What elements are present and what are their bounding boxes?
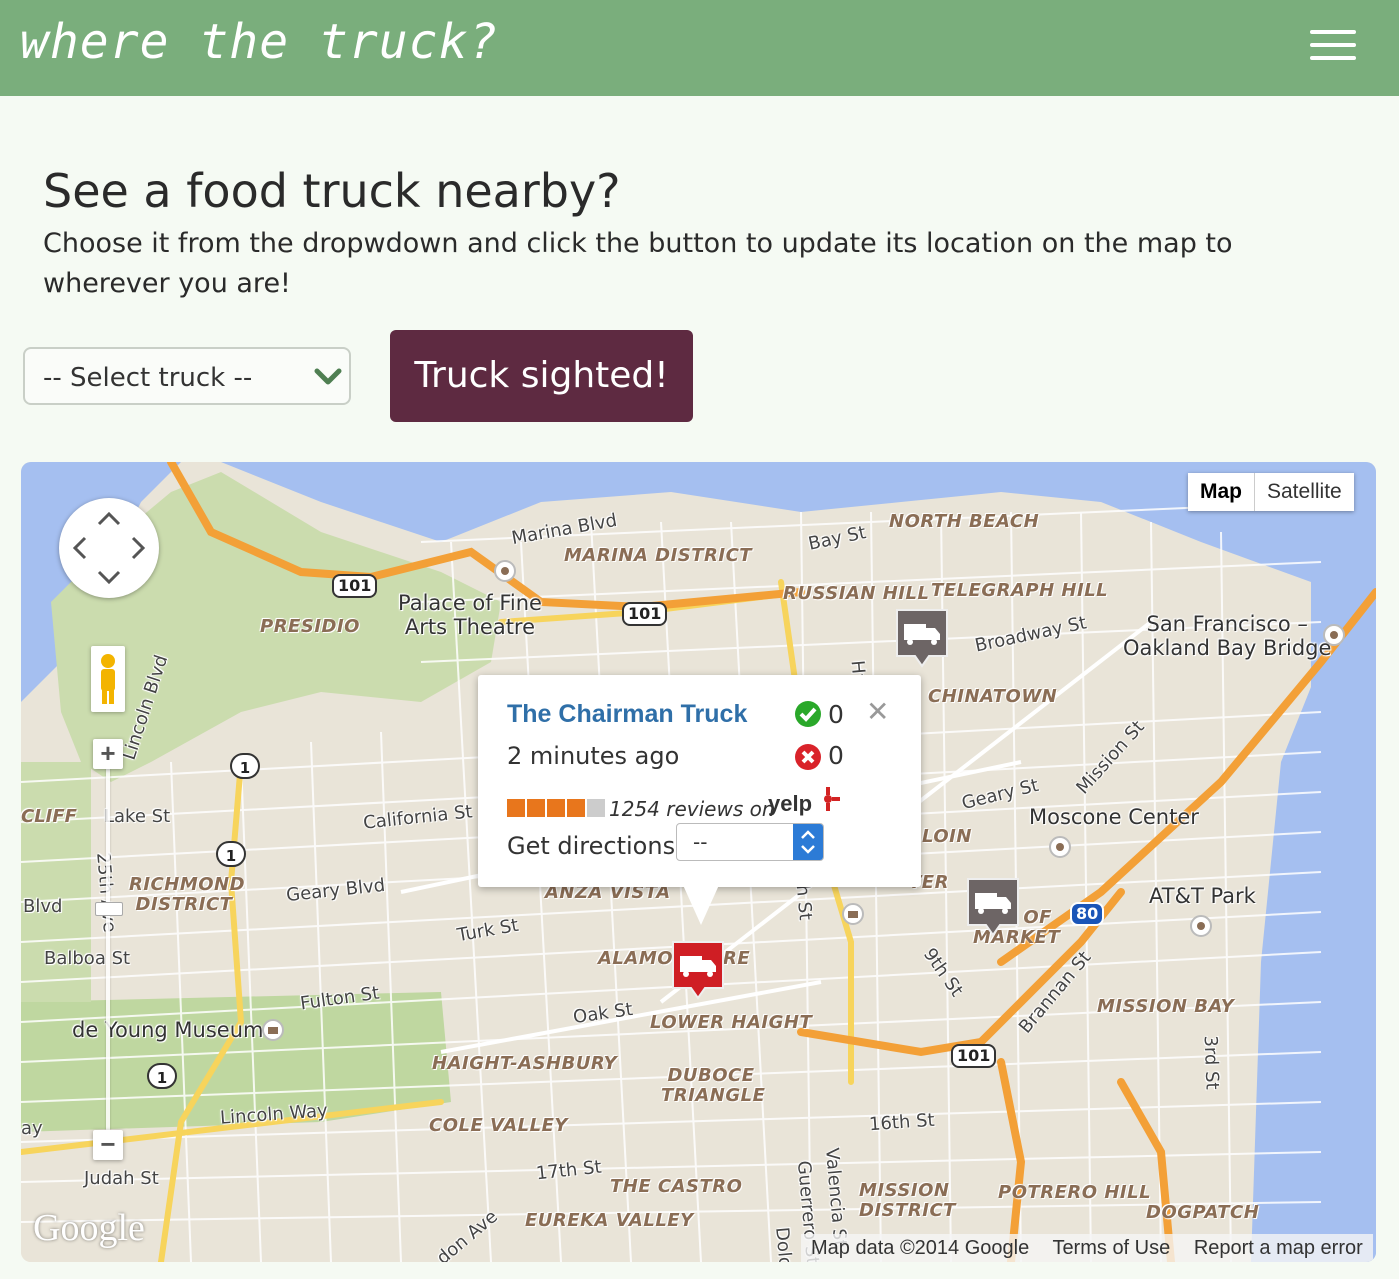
street-label: Judah St: [84, 1168, 159, 1189]
map-type-satellite-button[interactable]: Satellite: [1255, 473, 1354, 511]
district-label: POTRERO HILL: [998, 1182, 1152, 1203]
hamburger-menu-icon[interactable]: [1310, 30, 1356, 60]
truck-marker-icon[interactable]: [966, 877, 1020, 939]
district-label: ALAMO: [598, 948, 674, 969]
i80-shield: 80: [1070, 902, 1105, 926]
street-label: Dolo: [771, 1226, 796, 1262]
street-label: Blvd: [23, 896, 63, 917]
district-label: RUSSIAN HILL: [783, 583, 930, 604]
district-label: DOGPATCH: [1146, 1202, 1260, 1223]
ca1-shield: 1: [147, 1063, 177, 1089]
get-directions-label: Get directions:: [507, 832, 684, 860]
truck-marker-selected-icon[interactable]: [671, 940, 725, 1002]
truck-marker-icon[interactable]: [895, 608, 949, 670]
street-label: Balboa St: [44, 948, 131, 969]
page-heading: See a food truck nearby?: [43, 164, 621, 218]
district-label: NORTH BEACH: [889, 511, 1040, 532]
ca1-shield: 1: [216, 841, 246, 867]
upvote-check-icon[interactable]: [794, 700, 822, 728]
city-hall-icon[interactable]: [841, 902, 865, 926]
directions-select[interactable]: --: [676, 823, 824, 861]
us101-shield: 101: [332, 574, 378, 598]
pan-control[interactable]: [59, 498, 159, 598]
district-label: RE: [723, 948, 751, 969]
truck-sighted-button[interactable]: Truck sighted!: [390, 330, 693, 422]
district-label: HAIGHT-ASHBURY: [432, 1053, 618, 1074]
zoom-out-button[interactable]: −: [93, 1130, 123, 1160]
directions-select-value: --: [693, 830, 708, 854]
district-label: LOWER HAIGHT: [650, 1012, 813, 1033]
yelp-logo[interactable]: yelp: [768, 791, 812, 817]
truck-select[interactable]: -- Select truck --: [23, 347, 351, 405]
upvote-count: 0: [828, 700, 844, 729]
truck-select-value: -- Select truck --: [43, 363, 253, 393]
zoom-slider-knob[interactable]: [95, 902, 123, 916]
poi-palace-fine-arts[interactable]: Palace of Fine Arts Theatre: [398, 591, 542, 639]
street-label: Lake St: [104, 806, 171, 827]
map-type-map-button[interactable]: Map: [1188, 473, 1255, 511]
district-label: DUBOCE TRIANGLE: [661, 1065, 766, 1106]
map-attribution: Map data ©2014 Google Terms of Use Repor…: [801, 1234, 1373, 1262]
map[interactable]: MARINA DISTRICT NORTH BEACH RUSSIAN HILL…: [21, 462, 1376, 1262]
downvote-x-icon[interactable]: [794, 743, 822, 771]
poi-marker-icon[interactable]: [1048, 835, 1072, 859]
close-icon[interactable]: ✕: [866, 695, 889, 728]
yelp-rating-stars-icon: [507, 799, 605, 817]
map-type-control: Map Satellite: [1188, 473, 1354, 511]
info-window-pointer: [683, 885, 719, 925]
district-label: MISSION DISTRICT: [859, 1180, 956, 1221]
district-label: CLIFF: [21, 806, 77, 827]
downvote-count: 0: [828, 741, 844, 770]
district-label: MISSION BAY: [1097, 996, 1235, 1017]
zoom-slider-track[interactable]: [106, 768, 110, 1138]
poi-bay-bridge[interactable]: San Francisco – Oakland Bay Bridge: [1123, 612, 1331, 660]
street-label: 3rd St: [1199, 1035, 1223, 1090]
street-view-pegman-icon[interactable]: [91, 646, 125, 712]
terms-of-use-link[interactable]: Terms of Use: [1052, 1237, 1170, 1259]
poi-att-park[interactable]: AT&T Park: [1149, 884, 1256, 908]
district-label: LOIN: [922, 826, 972, 847]
district-label: RICHMOND DISTRICT: [129, 874, 246, 915]
ca1-shield: 1: [230, 753, 260, 779]
poi-de-young-museum[interactable]: de Young Museum: [72, 1018, 264, 1042]
district-label: COLE VALLEY: [429, 1115, 568, 1136]
zoom-in-button[interactable]: +: [93, 739, 123, 769]
district-label: EUREKA VALLEY: [525, 1210, 694, 1231]
district-label: THE CASTRO: [610, 1176, 743, 1197]
pan-arrows-icon: [72, 511, 146, 585]
district-label: CHINATOWN: [928, 686, 1058, 707]
street-label: h St: [791, 883, 816, 922]
truck-info-window: The Chairman Truck 2 minutes ago 0 0 ✕ 1…: [478, 675, 921, 925]
poi-marker-icon[interactable]: [1189, 914, 1213, 938]
poi-marker-icon[interactable]: [1322, 623, 1346, 647]
intro-text: Choose it from the dropwdown and click t…: [43, 228, 1233, 299]
poi-marker-icon[interactable]: [493, 559, 517, 583]
select-stepper-icon: [793, 824, 823, 860]
museum-icon[interactable]: [261, 1018, 285, 1042]
yelp-burst-icon: [824, 787, 840, 811]
district-label: MARINA DISTRICT: [564, 545, 753, 566]
map-data-credit: Map data ©2014 Google: [811, 1237, 1030, 1259]
poi-moscone-center[interactable]: Moscone Center: [1029, 805, 1199, 829]
last-sighted-time: 2 minutes ago: [507, 742, 680, 770]
district-label: PRESIDIO: [260, 616, 360, 637]
app-logo[interactable]: where the truck?: [20, 14, 498, 70]
truck-name-link[interactable]: The Chairman Truck: [507, 700, 747, 729]
us101-shield: 101: [622, 602, 668, 626]
report-map-error-link[interactable]: Report a map error: [1194, 1237, 1363, 1259]
us101-shield: 101: [951, 1044, 997, 1068]
chevron-down-icon: [314, 368, 342, 385]
review-count: 1254 reviews on: [609, 797, 775, 821]
google-logo[interactable]: Google: [33, 1206, 145, 1250]
district-label: TELEGRAPH HILL: [931, 580, 1109, 601]
street-label: ay: [21, 1118, 43, 1139]
top-navbar: where the truck?: [0, 0, 1399, 96]
